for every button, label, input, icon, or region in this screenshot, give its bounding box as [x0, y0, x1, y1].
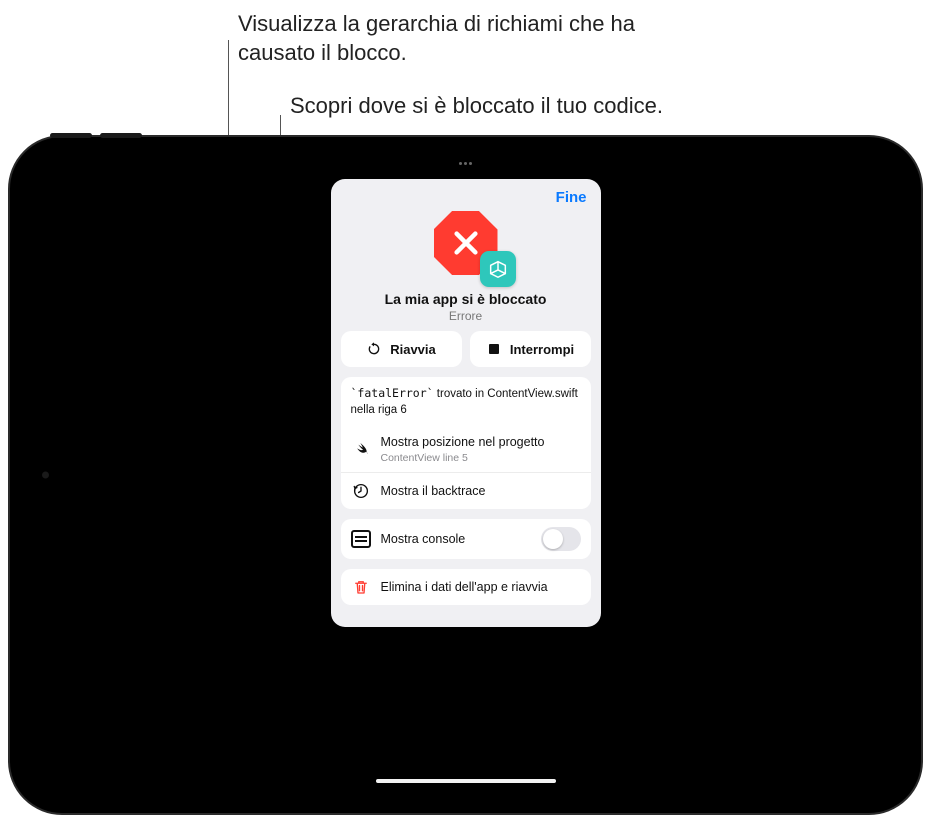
restart-button[interactable]: Riavvia: [341, 331, 462, 367]
show-console-row[interactable]: Mostra console: [341, 519, 591, 559]
destructive-card: Elimina i dati dell'app e riavvia: [341, 569, 591, 605]
home-indicator[interactable]: [376, 779, 556, 783]
ipad-screen: Fine: [32, 159, 899, 791]
console-icon: [351, 529, 371, 549]
error-message: `fatalError` trovato in ContentView.swif…: [341, 377, 591, 426]
callout-position-text: Scopri dove si è bloccato il tuo codice.: [290, 92, 850, 121]
show-backtrace-row[interactable]: Mostra il backtrace: [341, 472, 591, 509]
crash-sheet: Fine: [331, 179, 601, 627]
error-prefix: `fatalError`: [351, 386, 434, 400]
crash-hero: La mia app si è bloccato Errore: [341, 211, 591, 323]
stop-button[interactable]: Interrompi: [470, 331, 591, 367]
show-console-label: Mostra console: [381, 531, 531, 548]
console-toggle[interactable]: [541, 527, 581, 551]
error-card: `fatalError` trovato in ContentView.swif…: [341, 377, 591, 509]
restart-label: Riavvia: [390, 342, 436, 357]
trash-icon: [351, 577, 371, 597]
restart-icon: [366, 341, 382, 357]
delete-restart-label: Elimina i dati dell'app e riavvia: [381, 579, 581, 596]
crash-title: La mia app si è bloccato: [341, 291, 591, 307]
show-position-row[interactable]: Mostra posizione nel progetto ContentVie…: [341, 426, 591, 472]
show-position-label: Mostra posizione nel progetto: [381, 434, 581, 451]
show-backtrace-label: Mostra il backtrace: [381, 483, 581, 500]
crash-subtitle: Errore: [341, 309, 591, 323]
done-button[interactable]: Fine: [556, 189, 587, 206]
callout-backtrace-text: Visualizza la gerarchia di richiami che …: [238, 10, 698, 67]
ipad-frame: Fine: [8, 135, 923, 815]
swift-book-icon: [480, 251, 516, 287]
console-card: Mostra console: [341, 519, 591, 559]
delete-restart-row[interactable]: Elimina i dati dell'app e riavvia: [341, 569, 591, 605]
swift-icon: [351, 439, 371, 459]
volume-down-button: [100, 133, 142, 138]
stop-icon: [486, 341, 502, 357]
front-camera: [42, 472, 49, 479]
backtrace-icon: [351, 481, 371, 501]
volume-up-button: [50, 133, 92, 138]
statusbar-dots: [455, 162, 477, 167]
stop-label: Interrompi: [510, 342, 574, 357]
show-position-sub: ContentView line 5: [381, 452, 581, 464]
